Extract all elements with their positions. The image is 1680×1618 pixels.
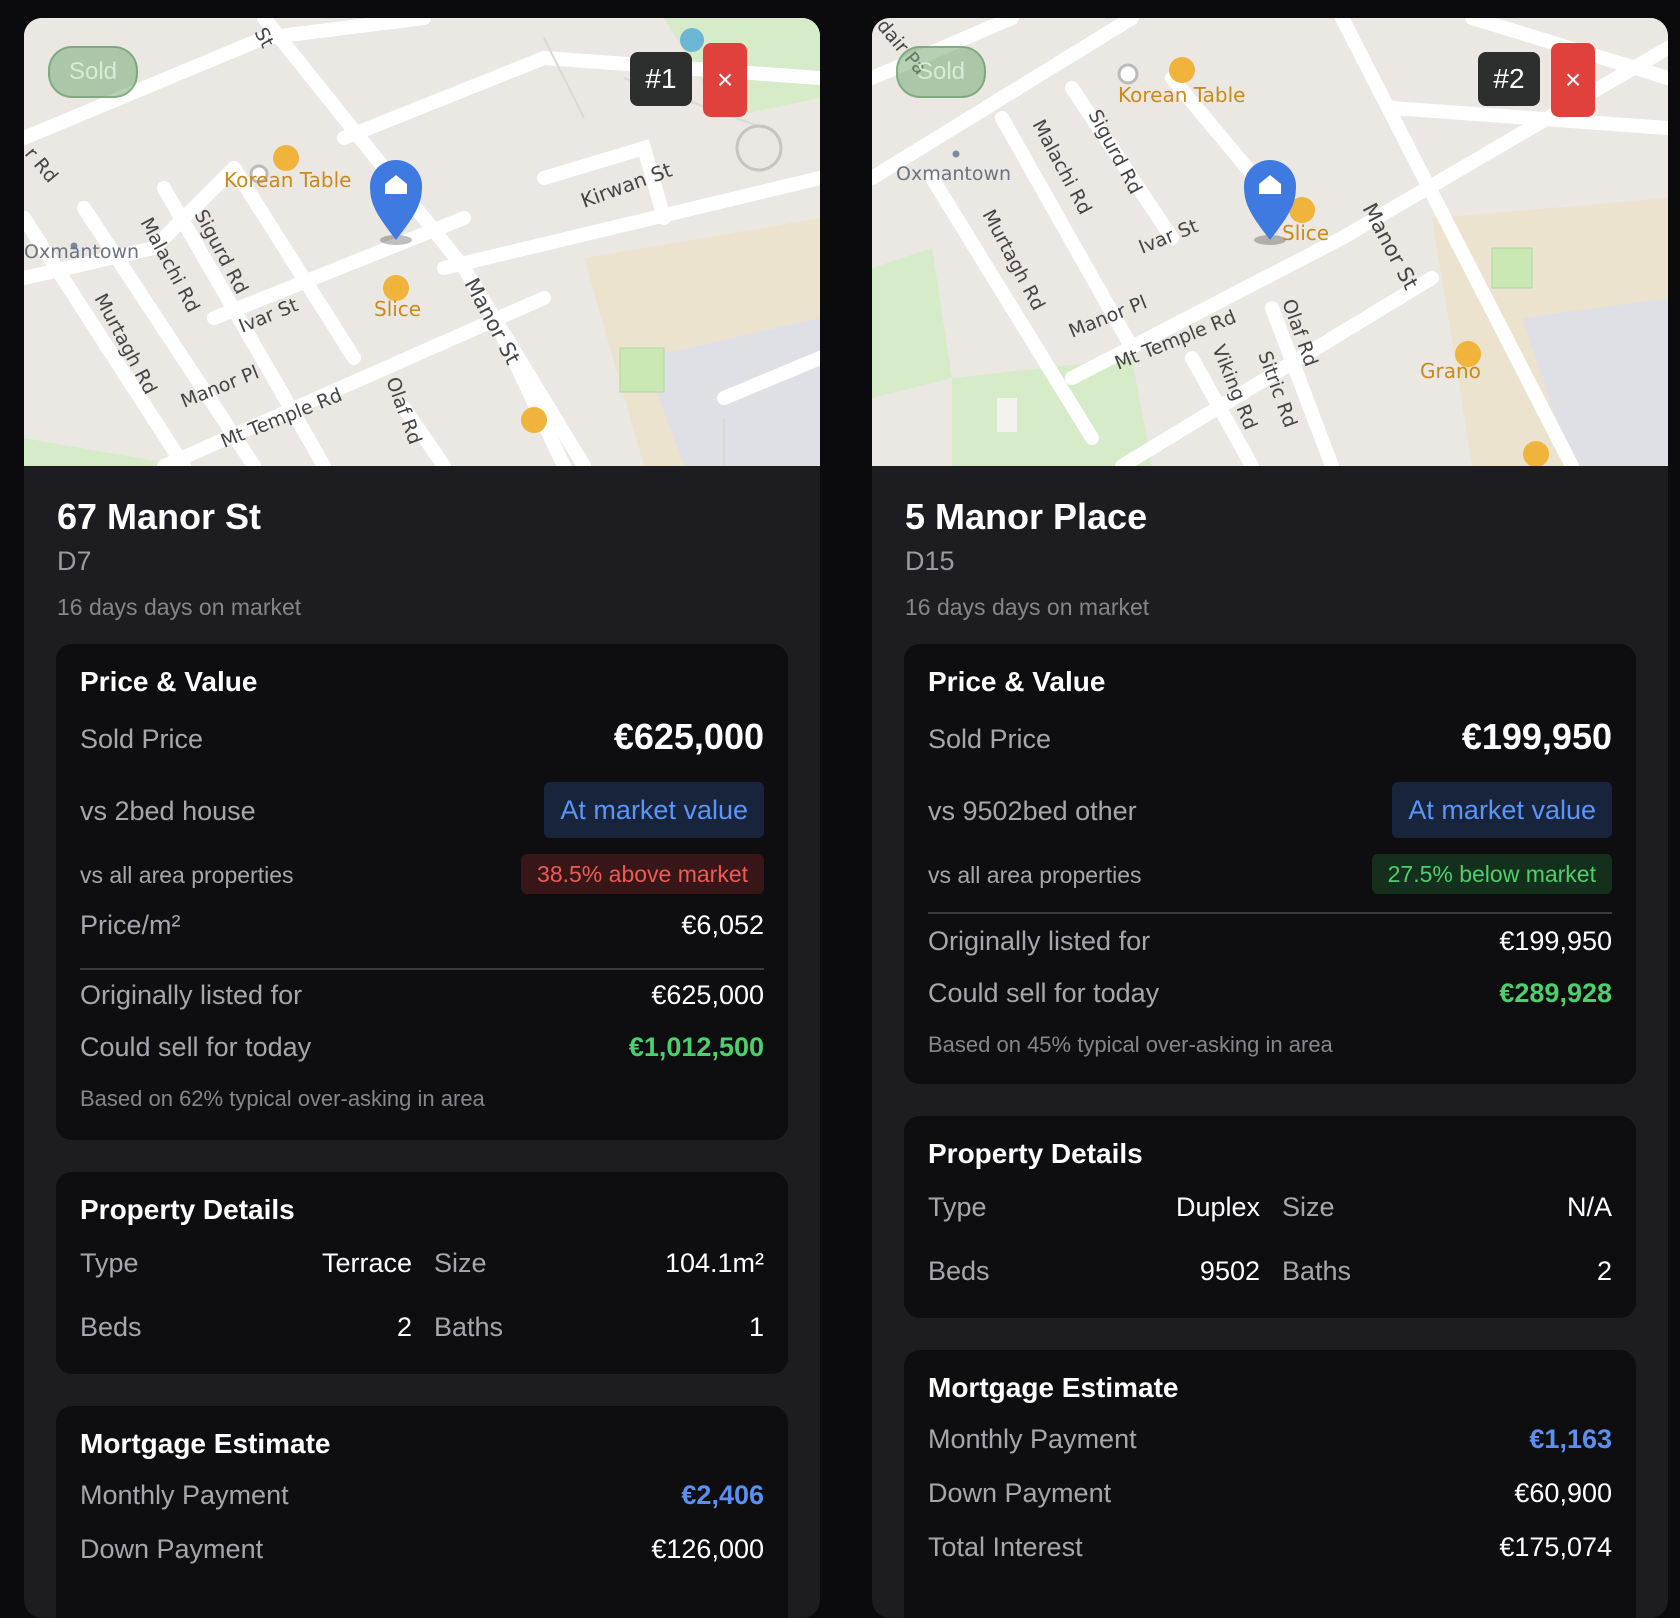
price-value-section: Price & Value Sold Price €625,000 vs 2be… bbox=[56, 644, 788, 1140]
section-title: Price & Value bbox=[80, 666, 258, 697]
section-title: Price & Value bbox=[928, 666, 1106, 697]
svg-text:Korean Table: Korean Table bbox=[1118, 83, 1245, 107]
property-details-section: Property Details Type Terrace Size 104.1… bbox=[56, 1172, 788, 1374]
divider bbox=[80, 968, 764, 970]
baths-value: 2 bbox=[1596, 1256, 1612, 1286]
section-title: Mortgage Estimate bbox=[80, 1428, 331, 1459]
svg-text:Grano: Grano bbox=[1420, 359, 1481, 383]
property-map[interactable]: Korean Table Slice Oxmantown Kirwan St M… bbox=[24, 18, 820, 466]
svg-text:Slice: Slice bbox=[374, 297, 421, 321]
beds-value: 9502 bbox=[1199, 1256, 1260, 1286]
area-comparison-badge: 38.5% above market bbox=[521, 854, 764, 894]
map-tiles: Korean Table Slice Grano Oxmantown Malac… bbox=[872, 18, 1668, 466]
beds-label: Beds bbox=[80, 1312, 142, 1342]
could-sell-label: Could sell for today bbox=[928, 978, 1160, 1008]
type-value: Duplex bbox=[1175, 1192, 1260, 1222]
section-title: Mortgage Estimate bbox=[928, 1372, 1179, 1403]
size-label: Size bbox=[1282, 1192, 1335, 1222]
type-value: Terrace bbox=[321, 1248, 412, 1278]
sold-badge: Sold bbox=[48, 46, 138, 98]
price-m2-label: Price/m² bbox=[80, 910, 181, 940]
svg-text:Oxmantown: Oxmantown bbox=[896, 163, 1011, 185]
rank-badge: #1 bbox=[630, 52, 692, 106]
sold-badge: Sold bbox=[896, 46, 986, 98]
svg-text:Korean Table: Korean Table bbox=[224, 168, 351, 192]
days-on-market: 16 days days on market bbox=[57, 594, 302, 620]
property-details-section: Property Details Type Duplex Size N/A Be… bbox=[904, 1116, 1636, 1318]
vs-area-label: vs all area properties bbox=[80, 862, 294, 888]
days-on-market: 16 days days on market bbox=[905, 594, 1150, 620]
property-address: 5 Manor Place bbox=[905, 496, 1148, 537]
could-sell-label: Could sell for today bbox=[80, 1032, 312, 1062]
over-asking-note: Based on 62% typical over-asking in area bbox=[80, 1086, 485, 1111]
price-m2: €6,052 bbox=[681, 910, 764, 940]
over-asking-note: Based on 45% typical over-asking in area bbox=[928, 1032, 1333, 1057]
sold-price: €199,950 bbox=[1461, 716, 1612, 757]
monthly-payment: €2,406 bbox=[681, 1480, 764, 1510]
baths-label: Baths bbox=[434, 1312, 504, 1342]
size-label: Size bbox=[434, 1248, 487, 1278]
monthly-payment: €1,163 bbox=[1529, 1424, 1612, 1454]
svg-text:Oxmantown: Oxmantown bbox=[24, 241, 139, 263]
down-payment: €126,000 bbox=[651, 1534, 764, 1564]
map-tiles: Korean Table Slice Oxmantown Kirwan St M… bbox=[24, 18, 820, 466]
vs-area-label: vs all area properties bbox=[928, 862, 1142, 888]
down-payment-label: Down Payment bbox=[928, 1478, 1112, 1508]
vs-type-label: vs 2bed house bbox=[80, 796, 256, 826]
monthly-payment-label: Monthly Payment bbox=[928, 1424, 1137, 1454]
property-district: D15 bbox=[905, 546, 955, 576]
listed-label: Originally listed for bbox=[80, 980, 303, 1010]
beds-label: Beds bbox=[928, 1256, 990, 1286]
down-payment: €60,900 bbox=[1514, 1478, 1612, 1508]
mortgage-section: Mortgage Estimate Monthly Payment €1,163… bbox=[904, 1350, 1636, 1618]
listed-label: Originally listed for bbox=[928, 926, 1151, 956]
type-label: Type bbox=[928, 1192, 987, 1222]
area-comparison-badge: 27.5% below market bbox=[1371, 854, 1612, 894]
sold-price-label: Sold Price bbox=[80, 724, 204, 754]
property-map[interactable]: Korean Table Slice Grano Oxmantown Malac… bbox=[872, 18, 1668, 466]
size-value: N/A bbox=[1566, 1192, 1612, 1222]
divider bbox=[928, 912, 1612, 914]
down-payment-label: Down Payment bbox=[80, 1534, 264, 1564]
market-value-badge: At market value bbox=[544, 782, 764, 838]
remove-property-button[interactable]: × bbox=[1551, 43, 1595, 117]
sold-price-label: Sold Price bbox=[928, 724, 1052, 754]
monthly-payment-label: Monthly Payment bbox=[80, 1480, 289, 1510]
svg-text:Slice: Slice bbox=[1282, 221, 1329, 245]
property-card-2: Korean Table Slice Grano Oxmantown Malac… bbox=[872, 18, 1668, 1618]
listed-price: €625,000 bbox=[651, 980, 764, 1010]
beds-value: 2 bbox=[396, 1312, 412, 1342]
section-title: Property Details bbox=[928, 1138, 1143, 1169]
baths-value: 1 bbox=[748, 1312, 764, 1342]
listed-price: €199,950 bbox=[1499, 926, 1612, 956]
price-value-section: Price & Value Sold Price €199,950 vs 950… bbox=[904, 644, 1636, 1084]
property-address: 67 Manor St bbox=[57, 496, 262, 537]
sold-price: €625,000 bbox=[613, 716, 764, 757]
property-district: D7 bbox=[57, 546, 92, 576]
vs-type-label: vs 9502bed other bbox=[928, 796, 1137, 826]
could-sell-price: €1,012,500 bbox=[628, 1032, 764, 1062]
could-sell-price: €289,928 bbox=[1499, 978, 1612, 1008]
rank-badge: #2 bbox=[1478, 52, 1540, 106]
remove-property-button[interactable]: × bbox=[703, 43, 747, 117]
total-interest: €175,074 bbox=[1499, 1532, 1612, 1562]
section-title: Property Details bbox=[80, 1194, 295, 1225]
mortgage-section: Mortgage Estimate Monthly Payment €2,406… bbox=[56, 1406, 788, 1618]
property-card-1: Korean Table Slice Oxmantown Kirwan St M… bbox=[24, 18, 820, 1618]
type-label: Type bbox=[80, 1248, 139, 1278]
size-value: 104.1m² bbox=[664, 1248, 764, 1278]
market-value-badge: At market value bbox=[1392, 782, 1612, 838]
baths-label: Baths bbox=[1282, 1256, 1352, 1286]
total-interest-label: Total Interest bbox=[928, 1532, 1083, 1562]
